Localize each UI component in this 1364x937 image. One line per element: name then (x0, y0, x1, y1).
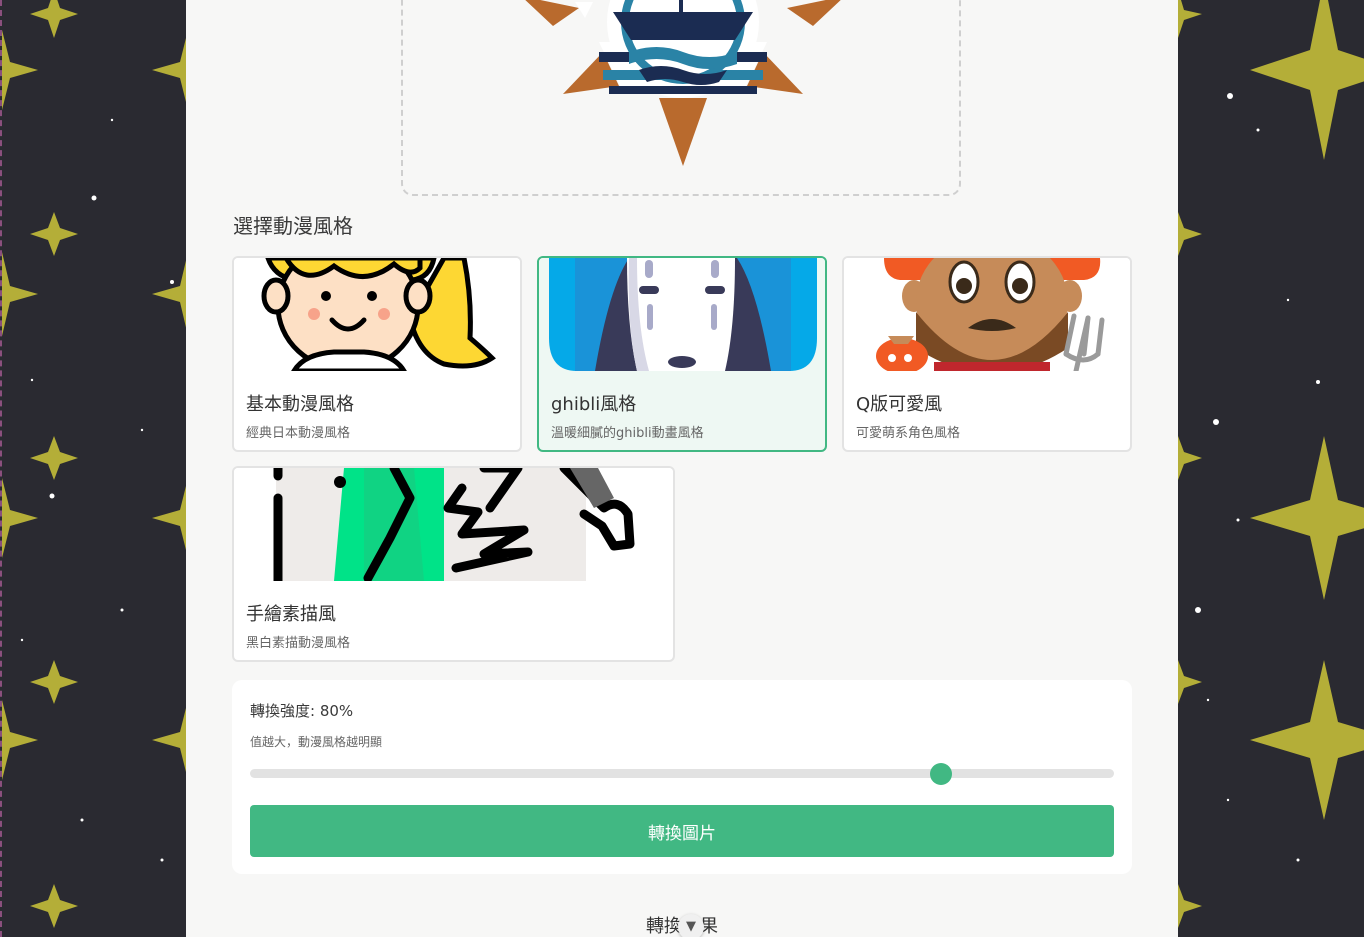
style-name: ghibli風格 (551, 394, 637, 415)
style-card-chibi[interactable]: Q版可愛風 可愛萌系角色風格 (842, 256, 1132, 452)
stars-decoration-left (2, 0, 186, 928)
stars-decoration-right (1178, 0, 1364, 928)
style-description: 溫暖細膩的ghibli動畫風格 (551, 426, 704, 441)
style-name: 手繪素描風 (246, 604, 336, 625)
style-card-ghibli[interactable]: ghibli風格 溫暖細膩的ghibli動畫風格 (537, 256, 827, 452)
scroll-down-button[interactable]: ▼ (678, 914, 704, 937)
style-name: 基本動漫風格 (246, 394, 354, 415)
style-description: 經典日本動漫風格 (246, 426, 351, 441)
strength-label: 轉換強度: 80% (250, 702, 354, 720)
starry-background-right (1178, 0, 1364, 937)
convert-image-button[interactable]: 轉換圖片 (250, 805, 1114, 857)
uploaded-image-preview (525, 0, 841, 166)
style-description: 可愛萌系角色風格 (856, 426, 961, 441)
main-content: 選擇動漫風格 基本動漫風格 經典日本動漫風格 ghibli風格 溫暖細膩的ghi… (186, 0, 1178, 937)
chevron-down-icon: ▼ (686, 919, 696, 934)
strength-slider[interactable] (250, 763, 1114, 785)
starry-background-left (0, 0, 186, 937)
slider-thumb[interactable] (930, 763, 953, 785)
sketch-drawing-icon (234, 468, 673, 581)
style-card-basic-anime[interactable]: 基本動漫風格 經典日本動漫風格 (232, 256, 522, 452)
style-card-sketch[interactable]: 手繪素描風 黑白素描動漫風格 (232, 466, 675, 662)
basic-anime-character-icon (234, 258, 520, 371)
image-upload-area[interactable] (401, 0, 961, 196)
no-face-character-icon (539, 258, 825, 371)
style-description: 黑白素描動漫風格 (246, 636, 351, 651)
strength-hint: 值越大，動漫風格越明顯 (250, 735, 383, 749)
conversion-settings-panel: 轉換強度: 80% 值越大，動漫風格越明顯 轉換圖片 (232, 680, 1132, 874)
style-section-title: 選擇動漫風格 (233, 214, 353, 238)
style-name: Q版可愛風 (856, 394, 943, 415)
chibi-character-icon (844, 258, 1130, 371)
